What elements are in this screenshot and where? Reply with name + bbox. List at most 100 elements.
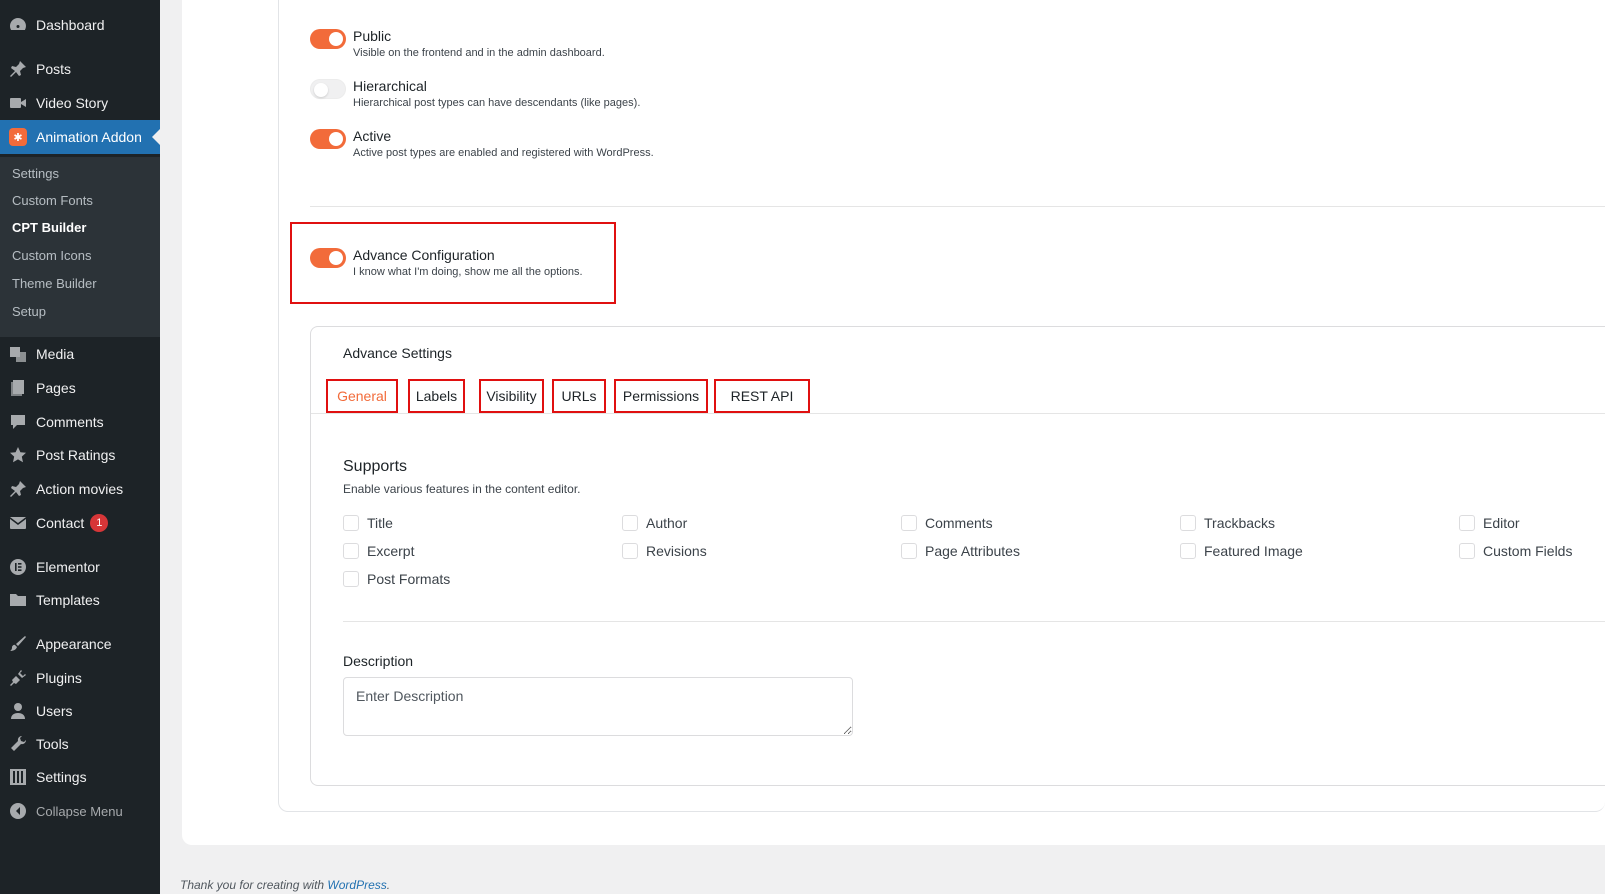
menu-label: Post Ratings: [36, 447, 116, 463]
submenu-cpt-builder[interactable]: CPT Builder: [12, 220, 86, 235]
support-excerpt-checkbox[interactable]: Excerpt: [343, 543, 414, 559]
submenu-theme-builder[interactable]: Theme Builder: [12, 276, 97, 291]
dashboard-icon: [8, 15, 28, 35]
tab-visibility[interactable]: Visibility: [479, 379, 544, 413]
public-toggle[interactable]: [310, 29, 346, 49]
hierarchical-toggle[interactable]: [310, 79, 346, 99]
menu-plugins[interactable]: Plugins: [0, 661, 160, 695]
menu-label: Collapse Menu: [36, 803, 123, 819]
submenu-custom-icons[interactable]: Custom Icons: [12, 248, 91, 263]
footer-period: .: [386, 878, 391, 892]
tab-labels[interactable]: Labels: [408, 379, 465, 413]
checkbox[interactable]: [901, 543, 917, 559]
menu-contact[interactable]: Contact 1: [0, 506, 160, 540]
menu-dashboard[interactable]: Dashboard: [0, 8, 160, 42]
menu-label: Media: [36, 346, 75, 362]
menu-label: Action movies: [36, 481, 124, 497]
wrench-icon: [8, 734, 28, 754]
menu-comments[interactable]: Comments: [0, 405, 160, 439]
collapse-icon: [8, 801, 28, 821]
checkbox-label: Page Attributes: [925, 543, 1020, 559]
support-page-attributes-checkbox[interactable]: Page Attributes: [901, 543, 1020, 559]
menu-label: Dashboard: [36, 17, 105, 33]
checkbox[interactable]: [622, 515, 638, 531]
menu-settings[interactable]: Settings: [0, 760, 160, 794]
svg-text:✱: ✱: [13, 132, 22, 144]
tab-general[interactable]: General: [326, 379, 398, 413]
checkbox[interactable]: [622, 543, 638, 559]
checkbox-label: Author: [646, 515, 688, 531]
menu-label: Video Story: [36, 95, 109, 111]
submenu-setup[interactable]: Setup: [12, 304, 46, 319]
advance-configuration-description: I know what I'm doing, show me all the o…: [353, 266, 583, 278]
star-icon: [8, 445, 28, 465]
folder-icon: [8, 590, 28, 610]
option-title: Public: [353, 28, 392, 44]
menu-label: Settings: [36, 769, 87, 785]
menu-users[interactable]: Users: [0, 694, 160, 728]
toggle-knob: [329, 32, 343, 46]
checkbox-label: Excerpt: [367, 543, 415, 559]
menu-posts[interactable]: Posts: [0, 52, 160, 86]
menu-label: Elementor: [36, 559, 100, 575]
submenu-custom-fonts[interactable]: Custom Fonts: [12, 193, 93, 208]
checkbox[interactable]: [901, 515, 917, 531]
supports-title: Supports: [343, 458, 408, 475]
description-textarea[interactable]: [343, 677, 853, 736]
support-author-checkbox[interactable]: Author: [622, 515, 687, 531]
menu-tools[interactable]: Tools: [0, 727, 160, 761]
support-comments-checkbox[interactable]: Comments: [901, 515, 993, 531]
description-label: Description: [343, 653, 414, 669]
tab-rest-api[interactable]: REST API: [714, 379, 810, 413]
advance-configuration-title: Advance Configuration: [353, 247, 495, 263]
menu-label: Posts: [36, 61, 72, 77]
menu-elementor[interactable]: Elementor: [0, 550, 160, 584]
wordpress-link[interactable]: WordPress: [327, 878, 386, 892]
menu-label: Contact: [36, 515, 85, 531]
checkbox-label: Revisions: [646, 543, 707, 559]
menu-label: Plugins: [36, 670, 82, 686]
checkbox[interactable]: [1180, 543, 1196, 559]
tab-permissions[interactable]: Permissions: [614, 379, 708, 413]
menu-label: Tools: [36, 736, 69, 752]
animation-addon-icon: ✱: [8, 127, 28, 147]
checkbox[interactable]: [343, 543, 359, 559]
support-trackbacks-checkbox[interactable]: Trackbacks: [1180, 515, 1275, 531]
checkbox[interactable]: [1459, 543, 1475, 559]
checkbox[interactable]: [343, 571, 359, 587]
pin-icon: [8, 479, 28, 499]
menu-templates[interactable]: Templates: [0, 583, 160, 617]
menu-action-movies[interactable]: Action movies: [0, 472, 160, 506]
checkbox[interactable]: [343, 515, 359, 531]
support-custom-fields-checkbox[interactable]: Custom Fields: [1459, 543, 1572, 559]
checkbox[interactable]: [1459, 515, 1475, 531]
support-editor-checkbox[interactable]: Editor: [1459, 515, 1520, 531]
menu-label: Animation Addon: [36, 129, 142, 145]
users-icon: [8, 701, 28, 721]
menu-pages[interactable]: Pages: [0, 371, 160, 405]
menu-media[interactable]: Media: [0, 337, 160, 371]
toggle-knob: [329, 251, 343, 265]
support-post-formats-checkbox[interactable]: Post Formats: [343, 571, 450, 587]
menu-animation-addon[interactable]: ✱ Animation Addon: [0, 120, 160, 154]
checkbox-label: Custom Fields: [1483, 543, 1573, 559]
checkbox-label: Post Formats: [367, 571, 451, 587]
toggle-knob: [314, 83, 328, 97]
option-description: Active post types are enabled and regist…: [353, 147, 654, 159]
checkbox[interactable]: [1180, 515, 1196, 531]
divider: [310, 206, 1605, 207]
active-toggle[interactable]: [310, 129, 346, 149]
support-title-checkbox[interactable]: Title: [343, 515, 393, 531]
video-icon: [8, 93, 28, 113]
checkbox-label: Featured Image: [1204, 543, 1303, 559]
submenu-settings[interactable]: Settings: [12, 166, 59, 181]
toggle-knob: [329, 132, 343, 146]
menu-video-story[interactable]: Video Story: [0, 86, 160, 120]
tab-urls[interactable]: URLs: [552, 379, 606, 413]
support-revisions-checkbox[interactable]: Revisions: [622, 543, 707, 559]
support-featured-image-checkbox[interactable]: Featured Image: [1180, 543, 1303, 559]
advance-configuration-toggle[interactable]: [310, 248, 346, 268]
menu-appearance[interactable]: Appearance: [0, 627, 160, 661]
menu-post-ratings[interactable]: Post Ratings: [0, 438, 160, 472]
collapse-menu-button[interactable]: Collapse Menu: [0, 794, 160, 828]
